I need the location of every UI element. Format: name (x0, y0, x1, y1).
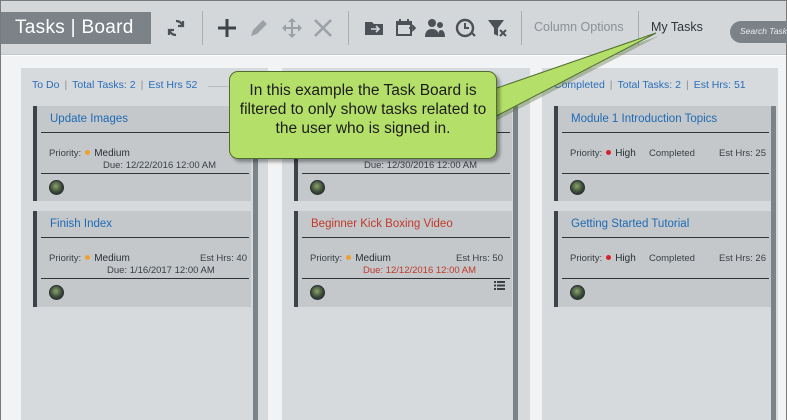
callout-pointer (470, 32, 659, 128)
callout-annotation: In this example the Task Board is filter… (229, 71, 497, 159)
